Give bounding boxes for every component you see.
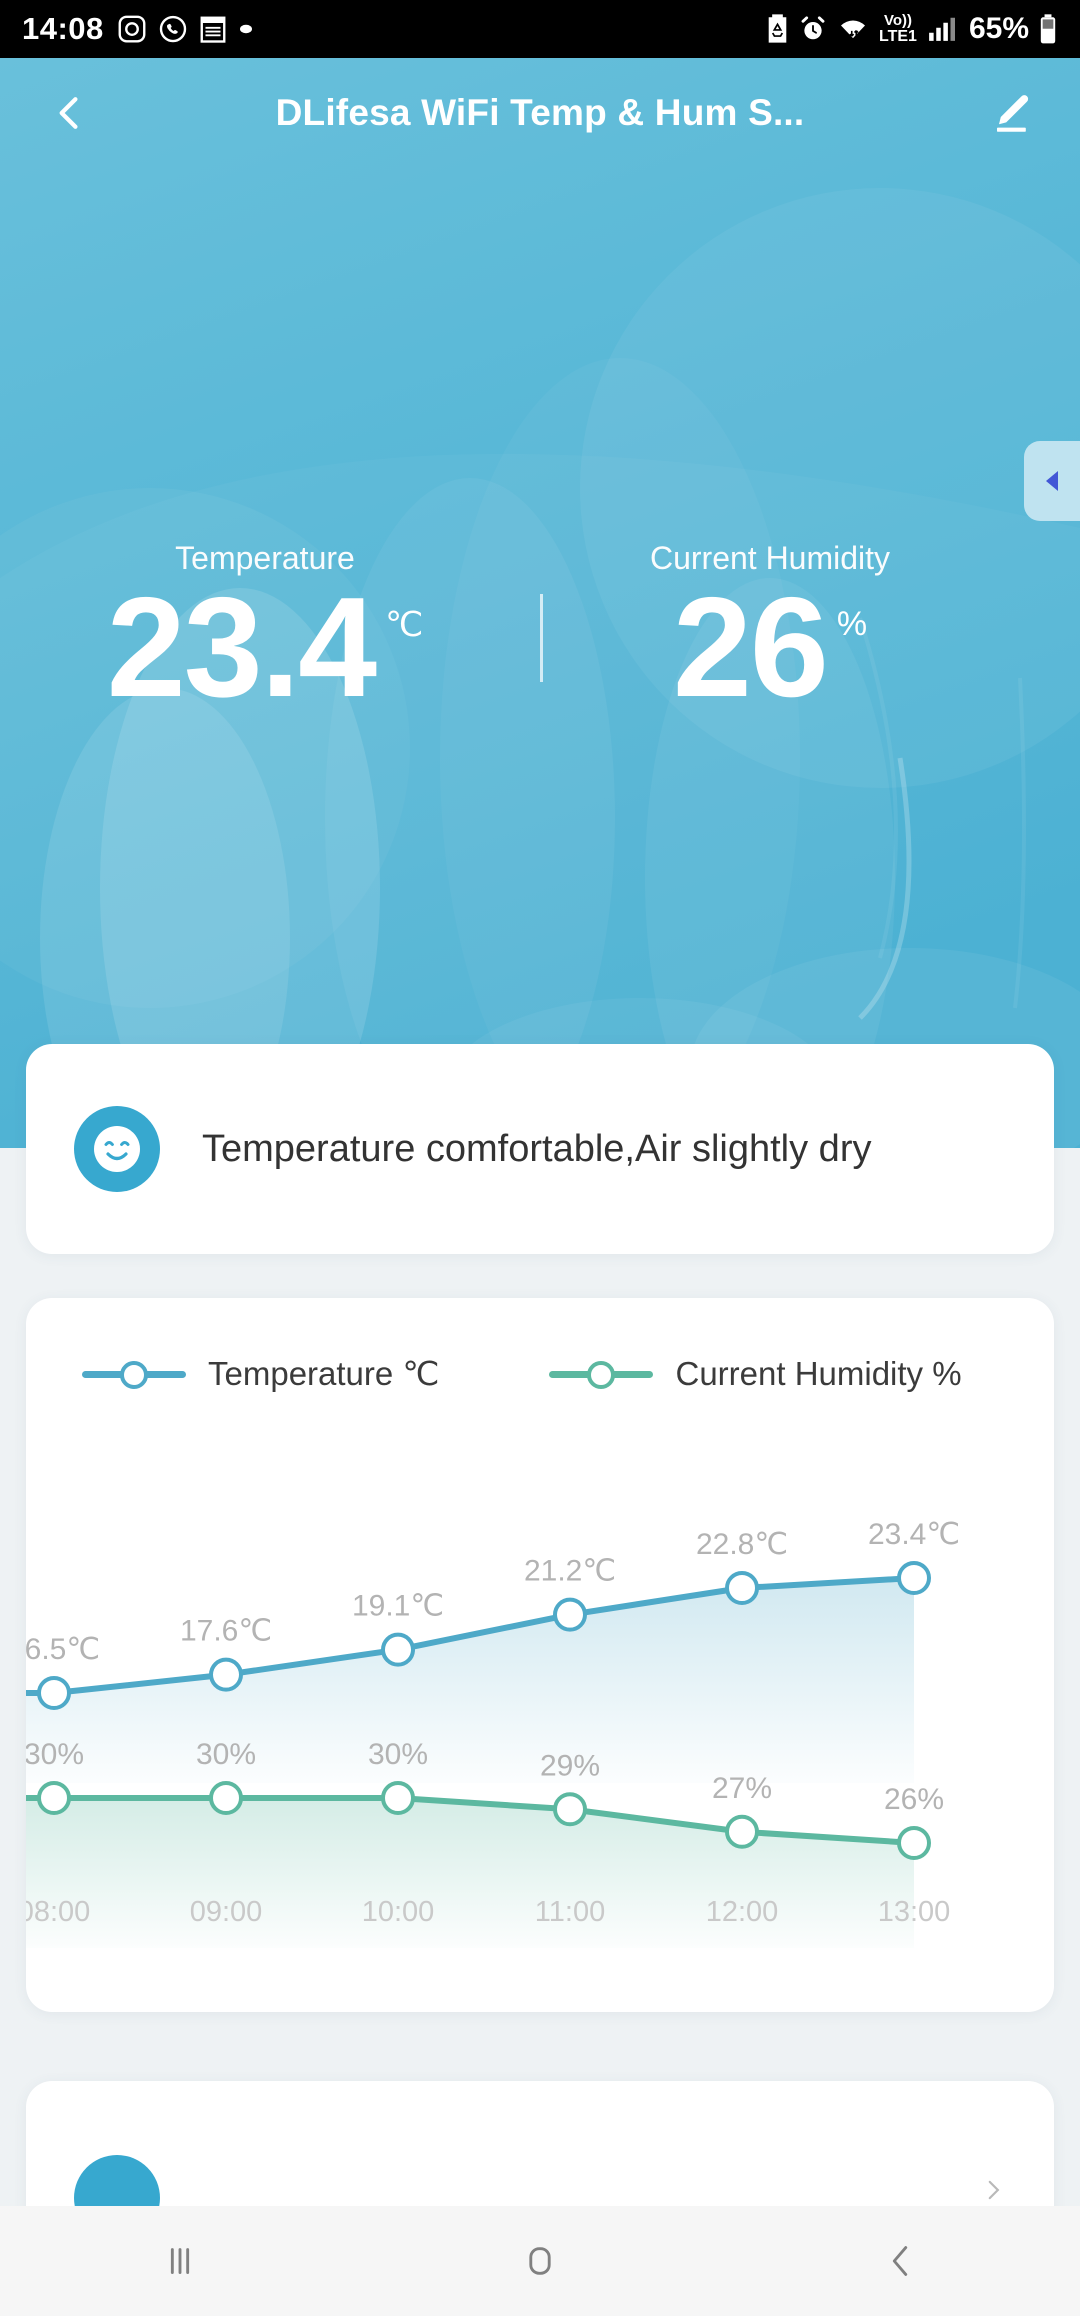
- svg-text:17.6℃: 17.6℃: [180, 1615, 272, 1648]
- status-bar-system-icons: Vo)) LTE1 65%: [765, 12, 1058, 46]
- back-icon: [892, 2246, 908, 2276]
- svg-text:13:00: 13:00: [878, 1896, 951, 1928]
- svg-text:30%: 30%: [368, 1738, 428, 1771]
- system-navigation-bar: [0, 2206, 1080, 2316]
- legend-marker-temperature: [82, 1360, 186, 1389]
- humidity-unit: %: [836, 605, 868, 643]
- nav-home-button[interactable]: [480, 2206, 600, 2316]
- readings-divider: [540, 594, 543, 682]
- battery-percent-label: 65%: [968, 12, 1029, 45]
- svg-text:09:00: 09:00: [190, 1896, 263, 1928]
- recents-icon: [170, 2248, 190, 2274]
- calendar-icon: [200, 16, 226, 43]
- legend-marker-humidity: [549, 1360, 654, 1389]
- svg-text:29%: 29%: [540, 1749, 600, 1782]
- back-button[interactable]: [34, 78, 104, 148]
- legend-item-humidity[interactable]: Current Humidity %: [549, 1354, 962, 1393]
- legend-item-temperature[interactable]: Temperature ℃: [82, 1354, 439, 1393]
- page-title: DLifesa WiFi Temp & Hum S...: [275, 92, 805, 133]
- svg-text:27%: 27%: [712, 1772, 772, 1805]
- humidity-label: Current Humidity: [649, 540, 891, 576]
- status-bar: 14:08 Vo)) LTE1 65%: [0, 0, 1080, 58]
- svg-text:21.2℃: 21.2℃: [524, 1555, 616, 1588]
- svg-text:08:00: 08:00: [26, 1896, 90, 1928]
- history-chart-card: Temperature ℃ Current Humidity % 16.5℃ 17…: [26, 1298, 1054, 2012]
- home-icon: [529, 2247, 551, 2275]
- wifi-icon: [841, 20, 866, 39]
- data-saver-icon: [768, 14, 787, 43]
- svg-text:11:00: 11:00: [535, 1896, 605, 1928]
- svg-text:26%: 26%: [884, 1783, 944, 1816]
- chart-plot-area[interactable]: 16.5℃ 17.6℃ 19.1℃ 21.2℃ 22.8℃ 23.4℃ 30% 30% 30% 2…: [26, 1393, 1054, 1953]
- humidity-reading: Current Humidity 26 %: [545, 540, 995, 727]
- smiley-face-icon: [74, 1106, 160, 1192]
- chart-legend: Temperature ℃ Current Humidity %: [26, 1298, 1054, 1393]
- svg-text:22.8℃: 22.8℃: [696, 1528, 788, 1561]
- svg-text:19.1℃: 19.1℃: [352, 1590, 444, 1623]
- battery-icon: [1040, 14, 1056, 44]
- whatsapp-icon: [159, 15, 186, 43]
- side-panel-toggle[interactable]: [1024, 441, 1080, 521]
- signal-icon: [929, 17, 955, 41]
- edit-button[interactable]: [976, 78, 1046, 148]
- volte-icon: Vo)) LTE1: [879, 12, 917, 45]
- line-chart: 16.5℃ 17.6℃ 19.1℃ 21.2℃ 22.8℃ 23.4℃ 30% 30% 30% 2…: [26, 1518, 960, 1948]
- app-root: 14:08 Vo)) LTE1 65% DLifesa WiFi Temp & …: [0, 0, 1080, 2316]
- svg-text:12:00: 12:00: [706, 1896, 779, 1928]
- comfort-message: Temperature comfortable,Air slightly dry: [202, 1127, 872, 1170]
- svg-text:16.5℃: 16.5℃: [26, 1633, 100, 1666]
- temperature-label: Temperature: [175, 540, 355, 576]
- comfort-status-card: Temperature comfortable,Air slightly dry: [26, 1044, 1054, 1254]
- temperature-reading: Temperature 23.4 ℃: [40, 540, 490, 727]
- app-bar: DLifesa WiFi Temp & Hum S...: [0, 58, 1080, 168]
- nav-back-button[interactable]: [840, 2206, 960, 2316]
- humidity-value: 26: [672, 568, 829, 727]
- dot-icon: [239, 24, 252, 34]
- back-icon: [59, 97, 78, 129]
- status-bar-notification-icons: [117, 14, 254, 44]
- svg-text:30%: 30%: [196, 1738, 256, 1771]
- temperature-unit: ℃: [385, 606, 424, 644]
- edit-icon: [997, 95, 1029, 132]
- chevron-right-icon: [988, 2180, 1000, 2200]
- legend-label-temperature: Temperature ℃: [208, 1355, 440, 1392]
- svg-text:23.4℃: 23.4℃: [868, 1518, 960, 1551]
- svg-text:30%: 30%: [26, 1738, 84, 1771]
- nav-recents-button[interactable]: [120, 2206, 240, 2316]
- temperature-value: 23.4: [106, 568, 377, 727]
- svg-text:10:00: 10:00: [362, 1896, 435, 1928]
- legend-label-humidity: Current Humidity %: [675, 1354, 962, 1392]
- status-bar-clock: 14:08: [22, 11, 104, 46]
- instagram-icon: [118, 15, 146, 43]
- alarm-icon: [801, 16, 825, 40]
- left-triangle-icon: [1046, 471, 1058, 491]
